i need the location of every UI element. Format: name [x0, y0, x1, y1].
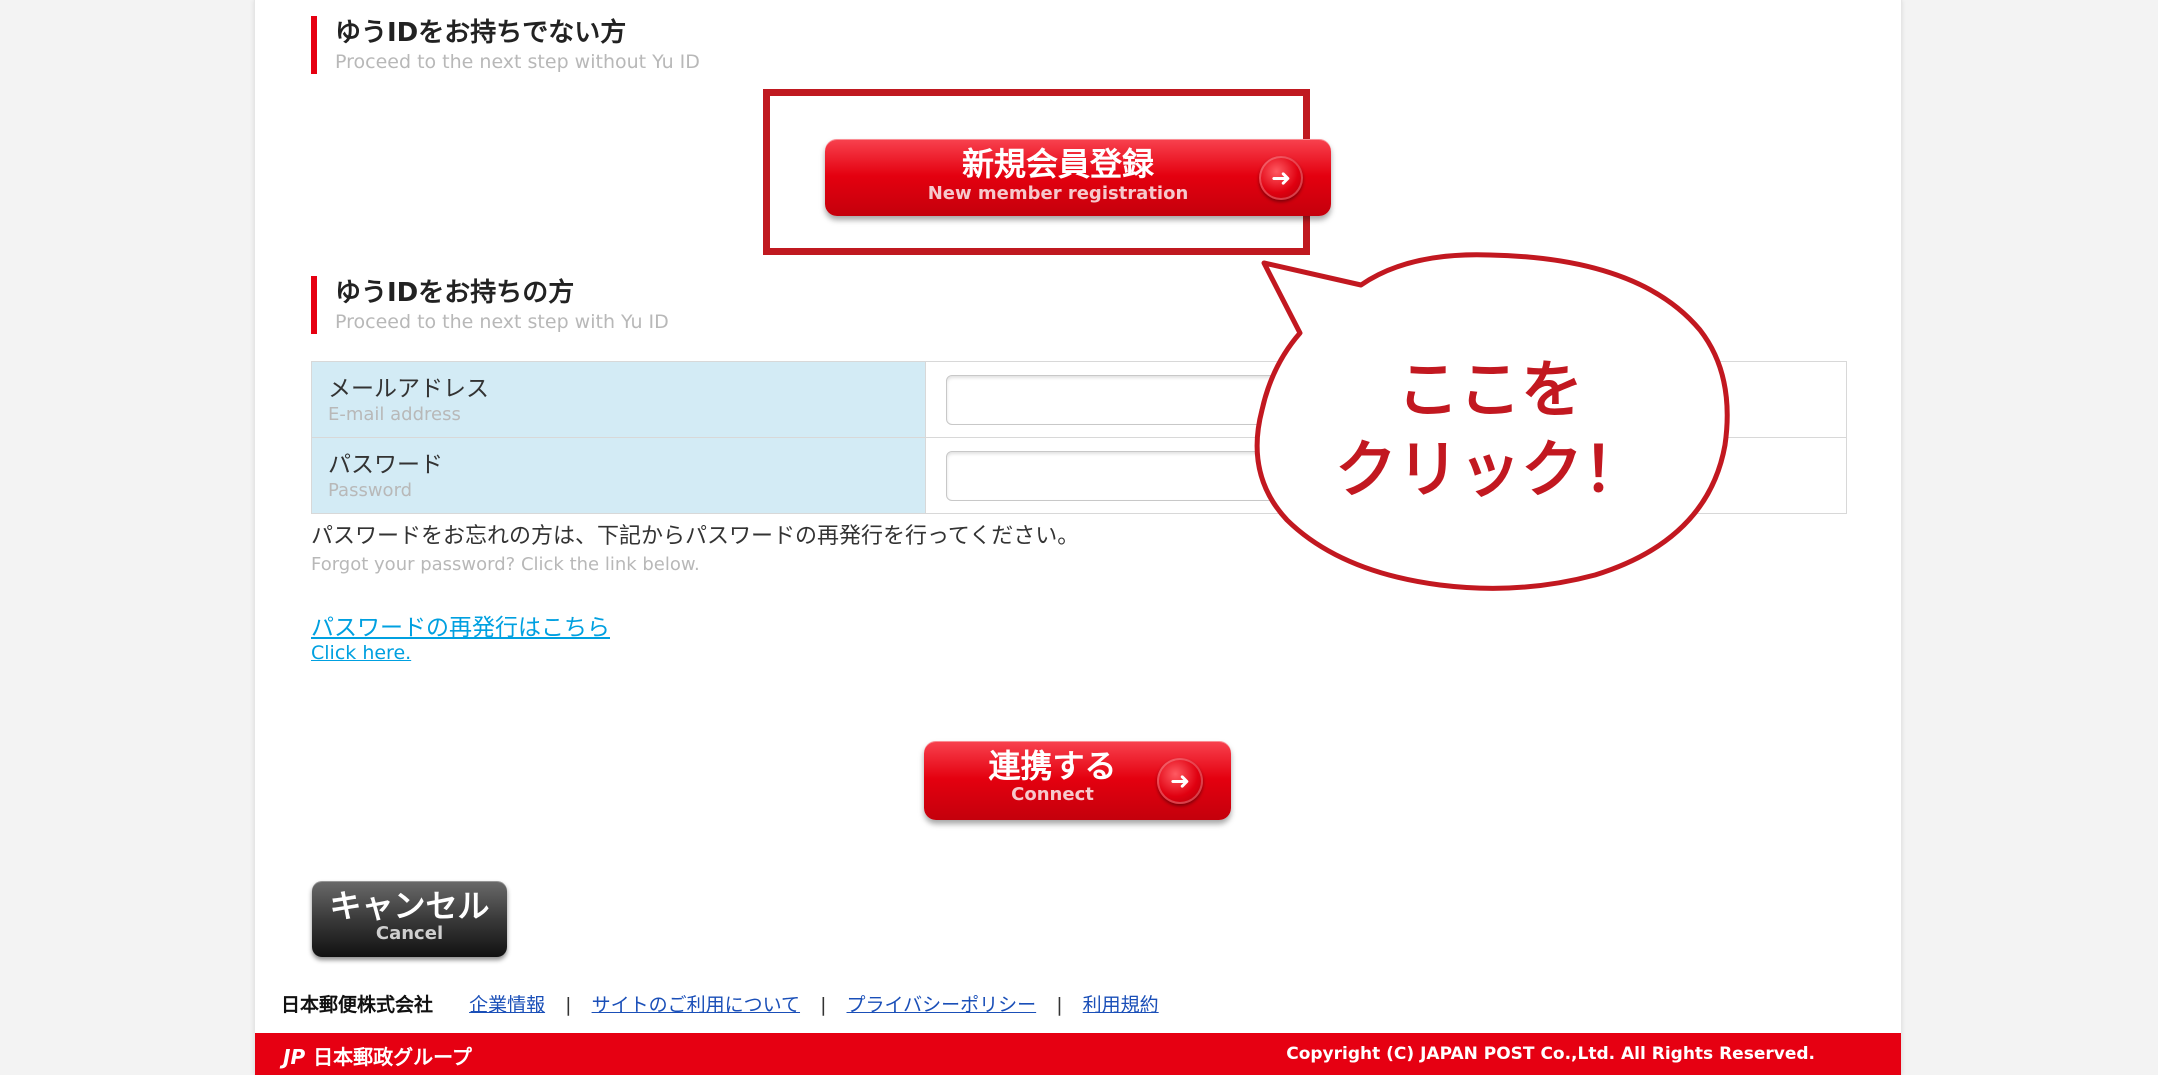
new-member-registration-button[interactable]: 新規会員登録 New member registration ➜: [825, 139, 1331, 216]
email-sublabel: E-mail address: [328, 403, 461, 425]
email-label-cell: メールアドレス E-mail address: [311, 361, 926, 438]
footer-bar: JP 日本郵政グループ Copyright (C) JAPAN POST Co.,…: [255, 1033, 1901, 1075]
footer-separator: |: [820, 994, 827, 1016]
section-title-with-id: ゆうIDをお持ちの方: [335, 278, 575, 308]
connect-button-label: 連携する: [988, 747, 1117, 785]
jp-logo-icon: JP: [283, 1045, 306, 1069]
password-label: パスワード: [328, 451, 443, 478]
footer-separator: |: [1056, 994, 1063, 1016]
password-reset-link-en[interactable]: Click here.: [311, 642, 411, 664]
connect-button[interactable]: 連携する Connect ➜: [924, 741, 1231, 820]
callout-line-1: ここを: [1396, 353, 1583, 426]
cancel-button-label: キャンセル: [329, 887, 490, 925]
footer-link-terms[interactable]: 利用規約: [1083, 994, 1159, 1016]
section-subtitle-without-id: Proceed to the next step without Yu ID: [335, 51, 700, 73]
arrow-right-icon: ➜: [1157, 758, 1203, 804]
main-page: ゆうIDをお持ちでない方 Proceed to the next step wi…: [254, 0, 1902, 1075]
footer-link-corporate-info[interactable]: 企業情報: [469, 994, 545, 1016]
footer-link-site-usage[interactable]: サイトのご利用について: [592, 994, 800, 1016]
register-button-label: 新規会員登録: [961, 145, 1154, 183]
section-title-without-id: ゆうIDをお持ちでない方: [335, 18, 627, 48]
callout-text: ここを クリック！: [1260, 350, 1720, 510]
section-header-with-id: ゆうIDをお持ちの方 Proceed to the next step with…: [311, 276, 669, 334]
cancel-button[interactable]: キャンセル Cancel: [312, 881, 507, 957]
email-label: メールアドレス: [328, 375, 489, 402]
footer-copyright: Copyright (C) JAPAN POST Co.,Ltd. All Ri…: [1286, 1044, 1815, 1064]
password-sublabel: Password: [328, 479, 413, 501]
register-button-sublabel: New member registration: [927, 183, 1189, 204]
footer-company-name: 日本郵便株式会社: [281, 994, 434, 1016]
callout-line-2: クリック！: [1334, 433, 1645, 506]
footer-link-privacy-policy[interactable]: プライバシーポリシー: [847, 994, 1037, 1016]
arrow-right-icon: ➜: [1259, 156, 1303, 200]
footer-links: 日本郵便株式会社 企業情報 | サイトのご利用について | プライバシーポリシー…: [281, 990, 1159, 1017]
footer-separator: |: [565, 994, 572, 1016]
forgot-password-note: パスワードをお忘れの方は、下記からパスワードの再発行を行ってください。: [311, 524, 1080, 549]
footer-group-logo: JP 日本郵政グループ: [283, 1041, 472, 1070]
password-label-cell: パスワード Password: [311, 437, 926, 514]
password-reset-link[interactable]: パスワードの再発行はこちら: [311, 608, 610, 642]
section-subtitle-with-id: Proceed to the next step with Yu ID: [335, 311, 669, 333]
section-header-without-id: ゆうIDをお持ちでない方 Proceed to the next step wi…: [311, 16, 700, 74]
cancel-button-sublabel: Cancel: [375, 923, 444, 944]
connect-button-sublabel: Connect: [1011, 784, 1094, 805]
footer-group-name: 日本郵政グループ: [313, 1045, 472, 1069]
forgot-password-note-en: Forgot your password? Click the link bel…: [311, 554, 700, 575]
